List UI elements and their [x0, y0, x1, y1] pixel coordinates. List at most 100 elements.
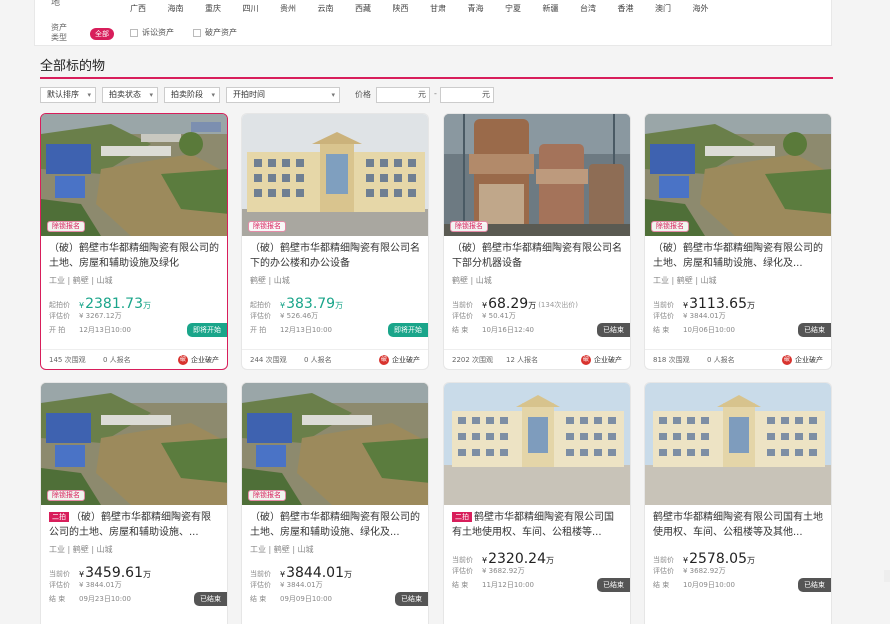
price-label: 起拍价 — [250, 301, 271, 309]
time-label: 结 束 — [452, 581, 469, 589]
deposit-signup-badge: 除锁报名 — [47, 221, 85, 232]
region-option[interactable]: 台湾 — [580, 3, 618, 14]
region-option[interactable]: 海南 — [168, 3, 206, 14]
price-row: 起拍价 ¥383.79万 — [242, 292, 428, 312]
appraisal-row: 评估价 ¥ 3682.92万 — [444, 566, 630, 576]
price-max-input[interactable]: 元 — [440, 87, 494, 103]
enterprise-label: 企业破产 — [594, 355, 622, 364]
card-title[interactable]: 鹤壁市华都精细陶瓷有限公司国有土地使用权、车间、公租楼等及其他... — [645, 505, 831, 541]
auction-card[interactable]: 除锁报名 （破）鹤壁市华都精细陶瓷有限公司名下部分机器设备 鹤壁 | 山城 当前… — [443, 113, 631, 370]
currency-symbol: ¥ — [482, 556, 488, 565]
region-option[interactable]: 贵州 — [280, 3, 318, 14]
region-option[interactable]: 陕西 — [393, 3, 431, 14]
auction-card[interactable]: 除锁报名 二拍 （破）鹤壁市华都精细陶瓷有限公司的土地、房屋和辅助设施、... 工… — [40, 382, 228, 624]
time-row: 结 束 10月16日12:40 已结束 — [444, 323, 630, 337]
enterprise-label: 企业破产 — [392, 355, 420, 364]
appraisal-label: 评估价 — [653, 567, 674, 575]
price-row: 起拍价 ¥2381.73万 — [41, 292, 227, 312]
region-option[interactable]: 四川 — [243, 3, 281, 14]
deposit-signup-badge: 除锁报名 — [651, 221, 689, 232]
start-time-dropdown[interactable]: 开拍时间 ▾ — [226, 87, 340, 103]
checkbox[interactable] — [193, 29, 201, 37]
machinery-photo: 除锁报名 — [444, 114, 630, 236]
card-location: 鹤壁 | 山城 — [250, 276, 290, 285]
price-label: 当前价 — [250, 570, 271, 578]
appraisal-value: ¥ 50.41万 — [482, 312, 516, 320]
status-badge: 即将开始 — [187, 323, 227, 337]
card-title[interactable]: （破）鹤壁市华都精细陶瓷有限公司的土地、房屋和辅助设施、绿化及... — [242, 505, 428, 541]
region-option[interactable]: 青海 — [468, 3, 506, 14]
auction-card[interactable]: 二拍 鹤壁市华都精细陶瓷有限公司国有土地使用权、车间、公租楼等... 当前价 ¥23… — [443, 382, 631, 624]
price-value-group: ¥2578.05万 — [683, 551, 755, 567]
price-value: 3459.61 — [85, 565, 143, 581]
enterprise-bankruptcy-tag: 破企业破产 — [581, 354, 622, 365]
auction-status-dropdown[interactable]: 拍卖状态 ▾ — [102, 87, 158, 103]
asset-type-bankruptcy-option[interactable]: 破产资产 — [193, 28, 237, 38]
view-count: 244 次围观 — [250, 355, 287, 364]
signup-count: 0 人报名 — [304, 355, 332, 364]
price-filter-label: 价格 — [355, 90, 371, 99]
price-unit: 万 — [747, 556, 755, 565]
price-value: 383.79 — [286, 296, 336, 312]
region-option[interactable]: 澳门 — [655, 3, 693, 14]
card-title[interactable]: 二拍 （破）鹤壁市华都精细陶瓷有限公司的土地、房屋和辅助设施、... — [41, 505, 227, 541]
price-label: 当前价 — [653, 301, 674, 309]
price-unit: 万 — [335, 301, 344, 310]
card-title[interactable]: 二拍 鹤壁市华都精细陶瓷有限公司国有土地使用权、车间、公租楼等... — [444, 505, 630, 541]
price-min-input[interactable]: 元 — [376, 87, 430, 103]
time-row: 开 拍 12月13日10:00 即将开始 — [41, 323, 227, 337]
currency-symbol: ¥ — [482, 301, 488, 310]
time-value: 11月12日10:00 — [482, 581, 534, 589]
card-footer: 244 次围观 0 人报名 破企业破产 — [242, 349, 428, 369]
scrollbar-thumb[interactable] — [884, 570, 890, 582]
auction-card[interactable]: 鹤壁市华都精细陶瓷有限公司国有土地使用权、车间、公租楼等及其他... 当前价 ¥2… — [644, 382, 832, 624]
currency-symbol: ¥ — [280, 570, 286, 579]
enterprise-bankruptcy-tag: 破企业破产 — [379, 354, 420, 365]
region-option[interactable]: 重庆 — [205, 3, 243, 14]
price-row: 当前价 ¥68.29万 (134次出价) — [444, 292, 630, 312]
checkbox[interactable] — [130, 29, 138, 37]
time-row: 结 束 09月09日10:00 已结束 — [242, 592, 428, 606]
region-option[interactable]: 海外 — [693, 3, 731, 14]
appraisal-value: ¥ 3844.01万 — [79, 581, 122, 589]
price-label: 当前价 — [452, 301, 473, 309]
time-label: 结 束 — [653, 326, 670, 334]
time-value: 09月23日10:00 — [79, 595, 131, 603]
card-location: 工业 | 鹤壁 | 山城 — [49, 545, 113, 554]
time-label: 结 束 — [653, 581, 670, 589]
card-title[interactable]: （破）鹤壁市华都精细陶瓷有限公司名下部分机器设备 — [444, 236, 630, 272]
region-option[interactable]: 新疆 — [543, 3, 581, 14]
land-aerial-photo: 除锁报名 — [41, 383, 227, 505]
region-option[interactable]: 宁夏 — [505, 3, 543, 14]
card-title[interactable]: （破）鹤壁市华都精细陶瓷有限公司名下的办公楼和办公设备 — [242, 236, 428, 272]
second-auction-tag: 二拍 — [452, 512, 472, 522]
appraisal-row: 评估价 ¥ 526.46万 — [242, 311, 428, 321]
status-badge: 已结束 — [395, 592, 428, 606]
bankruptcy-icon: 破 — [178, 354, 188, 365]
region-option[interactable]: 云南 — [318, 3, 356, 14]
card-location: 工业 | 鹤壁 | 山城 — [653, 276, 717, 285]
auction-card[interactable]: 除锁报名 （破）鹤壁市华都精细陶瓷有限公司的土地、房屋和辅助设施及绿化 工业 |… — [40, 113, 228, 370]
region-option[interactable]: 西藏 — [355, 3, 393, 14]
region-option[interactable]: 香港 — [618, 3, 656, 14]
bid-count: (134次出价) — [538, 301, 579, 309]
region-option[interactable]: 广西 — [130, 3, 168, 14]
time-row: 结 束 10月09日10:00 已结束 — [645, 578, 831, 592]
auction-stage-dropdown[interactable]: 拍卖阶段 ▾ — [164, 87, 220, 103]
section-title: 全部标的物 — [40, 59, 106, 74]
auction-card[interactable]: 除锁报名 （破）鹤壁市华都精细陶瓷有限公司的土地、房屋和辅助设施、绿化及... … — [644, 113, 832, 370]
bankruptcy-icon: 破 — [782, 354, 792, 365]
status-badge: 已结束 — [194, 592, 227, 606]
card-title[interactable]: （破）鹤壁市华都精细陶瓷有限公司的土地、房屋和辅助设施、绿化及... — [645, 236, 831, 272]
asset-type-litigation-option[interactable]: 诉讼资产 — [130, 28, 174, 38]
building-photo — [444, 383, 630, 505]
appraisal-value: ¥ 3267.12万 — [79, 312, 122, 320]
auction-card[interactable]: 除锁报名 （破）鹤壁市华都精细陶瓷有限公司的土地、房屋和辅助设施、绿化及... … — [241, 382, 429, 624]
view-count: 2202 次围观 — [452, 355, 494, 364]
card-title[interactable]: （破）鹤壁市华都精细陶瓷有限公司的土地、房屋和辅助设施及绿化 — [41, 236, 227, 272]
asset-type-all-button[interactable]: 全部 — [90, 28, 114, 40]
card-location: 工业 | 鹤壁 | 山城 — [49, 276, 113, 285]
region-option[interactable]: 甘肃 — [430, 3, 468, 14]
auction-card[interactable]: 除锁报名 （破）鹤壁市华都精细陶瓷有限公司名下的办公楼和办公设备 鹤壁 | 山城… — [241, 113, 429, 370]
default-sort-dropdown[interactable]: 默认排序 ▾ — [40, 87, 96, 103]
